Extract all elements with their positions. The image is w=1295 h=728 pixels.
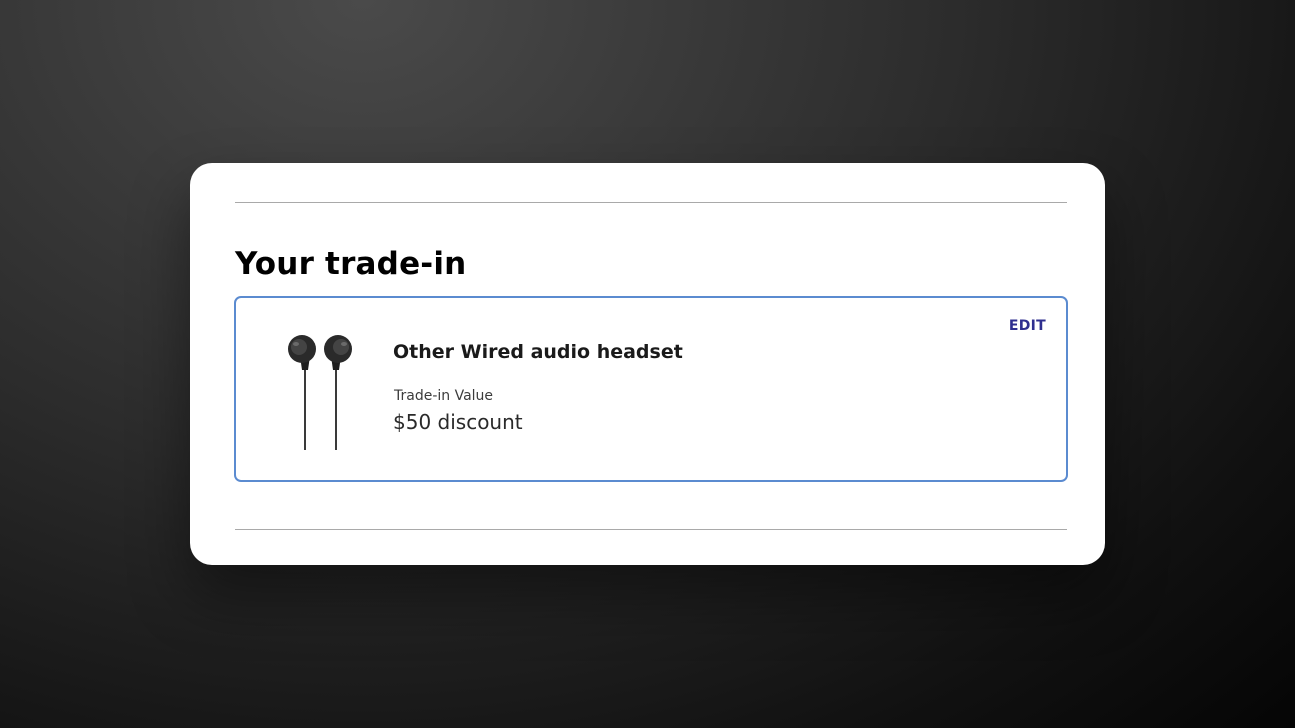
section-title: Your trade-in: [235, 246, 467, 282]
top-divider: [235, 202, 1067, 203]
trade-in-value-label: Trade-in Value: [394, 388, 494, 404]
edit-button[interactable]: EDIT: [1009, 318, 1046, 334]
product-name: Other Wired audio headset: [393, 341, 683, 363]
bottom-divider: [235, 529, 1067, 530]
wired-earphones-icon: [288, 335, 352, 450]
trade-in-value-amount: $50 discount: [393, 410, 523, 434]
trade-in-card: Your trade-in Other Wired audio headset …: [190, 163, 1105, 565]
trade-in-item[interactable]: Other Wired audio headset Trade-in Value…: [234, 296, 1068, 482]
